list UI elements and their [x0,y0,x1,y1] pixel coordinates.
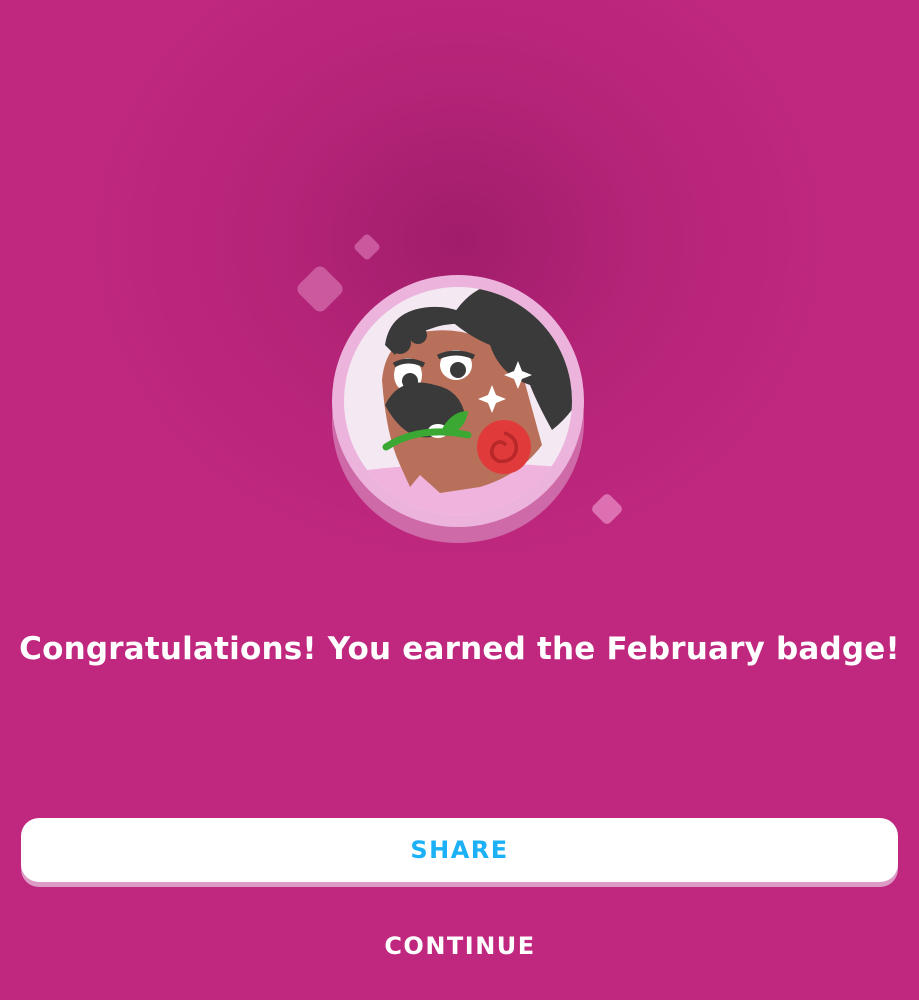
continue-button[interactable]: CONTINUE [310,918,610,974]
sparkle-icon [592,494,622,524]
sparkle-icon [354,234,380,260]
badge-illustration [290,225,630,555]
sparkle-icon [297,266,343,312]
congratulations-message: Congratulations! You earned the February… [19,631,900,667]
share-button[interactable]: SHARE [21,818,898,882]
february-badge-icon [297,234,622,543]
